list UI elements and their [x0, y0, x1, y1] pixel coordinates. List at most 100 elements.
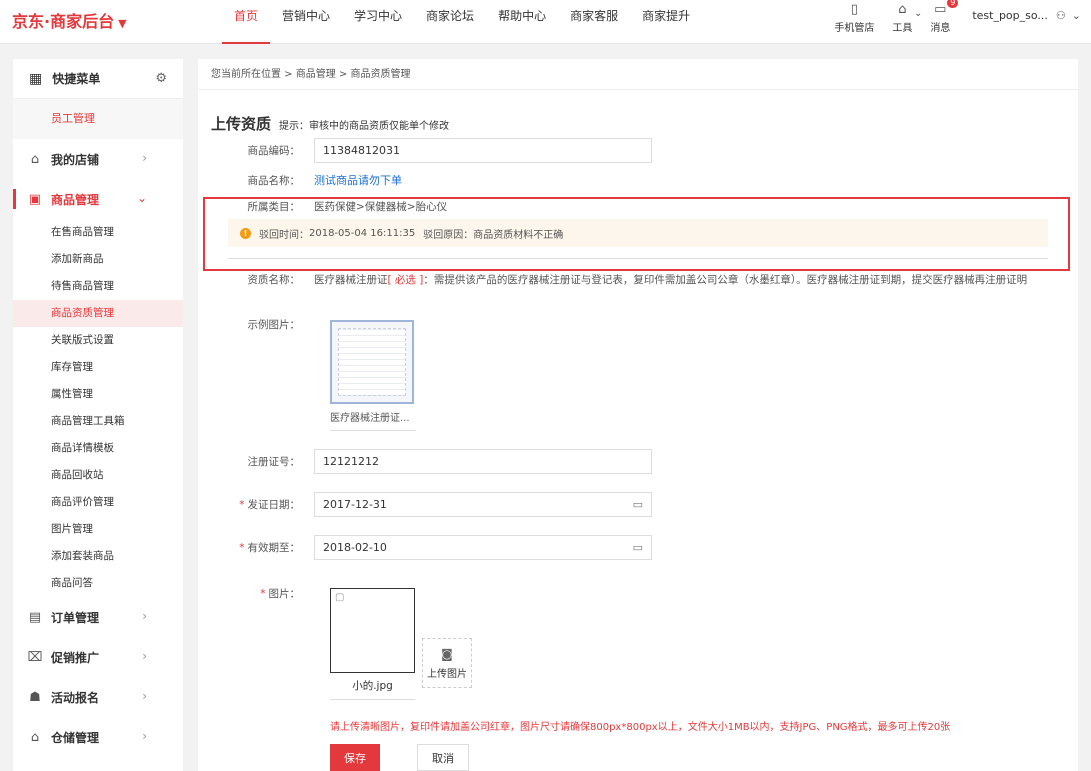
mobile-shop-button[interactable]: ▯ 手机管店 — [834, 0, 874, 35]
calendar-icon[interactable]: ▭ — [633, 541, 643, 554]
tools-button[interactable]: ⌂ 工具 ⌄ — [892, 0, 922, 35]
my-shop-label: 我的店铺 — [51, 152, 100, 167]
required-tag: [ 必选 ] — [387, 274, 424, 286]
category-value: 医药保健>保健器械>胎心仪 — [314, 201, 448, 213]
toolbox-icon: ⌂ — [898, 2, 907, 17]
gift-icon: ⌧ — [27, 649, 43, 665]
sidebar-item-qa[interactable]: 商品问答 — [13, 570, 183, 597]
sidebar-group-orders[interactable]: ▤ 订单管理 › — [13, 597, 183, 637]
row-image: * 图片： — [198, 586, 314, 601]
message-icon: ▭ — [934, 2, 947, 17]
user-icon: ⚇ — [1055, 9, 1066, 22]
sidebar-item-qualification[interactable]: 商品资质管理 — [13, 300, 183, 327]
sidebar-item-toolbox[interactable]: 商品管理工具箱 — [13, 408, 183, 435]
clipboard-icon: ▤ — [28, 609, 42, 625]
chevron-down-icon: ⌄ — [136, 191, 147, 205]
product-code-value: 11384812031 — [323, 144, 400, 157]
reg-number-label: 注册证号： — [247, 456, 301, 468]
page-tip: 提示：审核中的商品资质仅能单个修改 — [279, 121, 450, 132]
header-tools: ▯ 手机管店 ⌂ 工具 ⌄ ▭ 9 消息 test_pop_so... ⚇ ⌄ — [816, 0, 1081, 44]
mobile-icon: ▯ — [850, 2, 858, 17]
sample-document-thumbnail — [338, 328, 406, 396]
sidebar-item-attributes[interactable]: 属性管理 — [13, 381, 183, 408]
goods-icon: ▣ — [28, 191, 42, 207]
row-qualification: 资质名称： 医疗器械注册证[ 必选 ]：需提供该产品的医疗器械注册证与登记表，复… — [198, 272, 1028, 287]
shop-icon: ⌂ — [30, 151, 40, 167]
nav-service[interactable]: 商家客服 — [558, 0, 630, 44]
sample-image[interactable] — [330, 320, 414, 404]
upload-image-button[interactable]: ◙ 上传图片 — [422, 638, 472, 688]
expire-date-value: 2018-02-10 — [323, 541, 387, 554]
logo[interactable]: 京东·商家后台 ▼ — [12, 8, 127, 32]
issue-date-field[interactable]: 2017-12-31 ▭ — [314, 492, 652, 517]
product-code-field[interactable]: 11384812031 — [314, 138, 652, 163]
sidebar-item-on-sale[interactable]: 在售商品管理 — [13, 219, 183, 246]
upload-hint: 请上传清晰图片，复印件请加盖公司红章，图片尺寸请确保800px*800px以上，… — [330, 722, 951, 733]
chevron-right-icon: › — [142, 729, 147, 743]
grid-icon: ▦ — [29, 70, 43, 87]
row-reg-number: 注册证号： 12121212 — [198, 449, 652, 474]
gear-icon[interactable]: ⚙ — [155, 71, 167, 86]
sidebar-group-promotion[interactable]: ⌧ 促销推广 › — [13, 637, 183, 677]
sidebar: ▦ 快捷菜单 ⚙ 员工管理 ⌂ 我的店铺 › ▣ 商品管理 ⌄ 在售商品管理 添… — [13, 59, 183, 771]
sidebar-group-goods[interactable]: ▣ 商品管理 ⌄ — [13, 179, 183, 219]
sidebar-item-images[interactable]: 图片管理 — [13, 516, 183, 543]
activity-label: 活动报名 — [51, 690, 100, 705]
required-asterisk: * — [239, 542, 245, 554]
warehouse-label: 仓储管理 — [51, 730, 100, 745]
sidebar-item-bundle[interactable]: 添加套装商品 — [13, 543, 183, 570]
user-menu[interactable]: test_pop_so... ⚇ ⌄ — [972, 9, 1081, 22]
sample-divider — [330, 430, 416, 431]
goods-label: 商品管理 — [51, 192, 100, 207]
main-content: 您当前所在位置 > 商品管理 > 商品资质管理 上传资质 提示：审核中的商品资质… — [198, 59, 1078, 771]
uploaded-image-caption: 小的.jpg — [352, 680, 393, 692]
sample-label: 示例图片： — [247, 319, 301, 331]
breadcrumb: 您当前所在位置 > 商品管理 > 商品资质管理 — [198, 59, 1078, 90]
cancel-button[interactable]: 取消 — [417, 744, 469, 771]
category-label: 所属类目： — [247, 201, 301, 213]
reject-time-label: 驳回时间： — [259, 229, 309, 241]
quick-item-staff[interactable]: 员工管理 — [13, 99, 183, 139]
sidebar-item-layout[interactable]: 关联版式设置 — [13, 327, 183, 354]
qualification-description: 医疗器械注册证[ 必选 ]：需提供该产品的医疗器械注册证与登记表，复印件需加盖公… — [314, 272, 1027, 287]
messages-button[interactable]: ▭ 9 消息 — [930, 0, 959, 34]
image-label: * 图片： — [260, 588, 300, 600]
chevron-right-icon: › — [142, 689, 147, 703]
qualification-name: 医疗器械注册证 — [314, 274, 388, 286]
sidebar-item-pending[interactable]: 待售商品管理 — [13, 273, 183, 300]
nav-forum[interactable]: 商家论坛 — [414, 0, 486, 44]
sidebar-item-reviews[interactable]: 商品评价管理 — [13, 489, 183, 516]
reg-number-value: 12121212 — [323, 455, 379, 468]
sidebar-item-stock[interactable]: 库存管理 — [13, 354, 183, 381]
nav-help[interactable]: 帮助中心 — [486, 0, 558, 44]
page-title: 上传资质 — [211, 115, 272, 133]
uploaded-image-divider — [330, 699, 415, 700]
product-name-link[interactable]: 测试商品请勿下单 — [314, 172, 402, 188]
reg-number-field[interactable]: 12121212 — [314, 449, 652, 474]
user-chevron-down-icon: ⌄ — [1071, 9, 1081, 22]
warning-icon: ! — [240, 227, 251, 239]
sidebar-group-activity[interactable]: ☗ 活动报名 › — [13, 677, 183, 717]
messages-label: 消息 — [930, 23, 951, 34]
divider — [228, 258, 1048, 259]
save-button[interactable]: 保存 — [330, 744, 380, 771]
sidebar-item-add-goods[interactable]: 添加新商品 — [13, 246, 183, 273]
broken-image-icon: ▢ — [335, 592, 345, 603]
required-asterisk: * — [260, 588, 266, 600]
nav-improve[interactable]: 商家提升 — [630, 0, 702, 44]
uploaded-image[interactable]: ▢ — [330, 588, 415, 673]
qualification-requirement: ：需提供该产品的医疗器械注册证与登记表，复印件需加盖公司公章（水墨红章）。医疗器… — [423, 274, 1028, 286]
sidebar-group-warehouse[interactable]: ⌂ 仓储管理 › — [13, 717, 183, 757]
nav-marketing[interactable]: 营销中心 — [270, 0, 342, 44]
sidebar-item-recycle[interactable]: 商品回收站 — [13, 462, 183, 489]
nav-learning[interactable]: 学习中心 — [342, 0, 414, 44]
calendar-icon[interactable]: ▭ — [633, 498, 643, 511]
nav-home[interactable]: 首页 — [222, 0, 271, 44]
upload-image-label: 上传图片 — [427, 668, 467, 680]
logo-text: 京东·商家后台 — [12, 12, 115, 31]
sidebar-item-detail-template[interactable]: 商品详情模板 — [13, 435, 183, 462]
chevron-down-icon: ⌄ — [913, 8, 923, 19]
sidebar-group-my-shop[interactable]: ⌂ 我的店铺 › — [13, 139, 183, 179]
medal-icon: ☗ — [29, 689, 41, 705]
expire-date-field[interactable]: 2018-02-10 ▭ — [314, 535, 652, 560]
